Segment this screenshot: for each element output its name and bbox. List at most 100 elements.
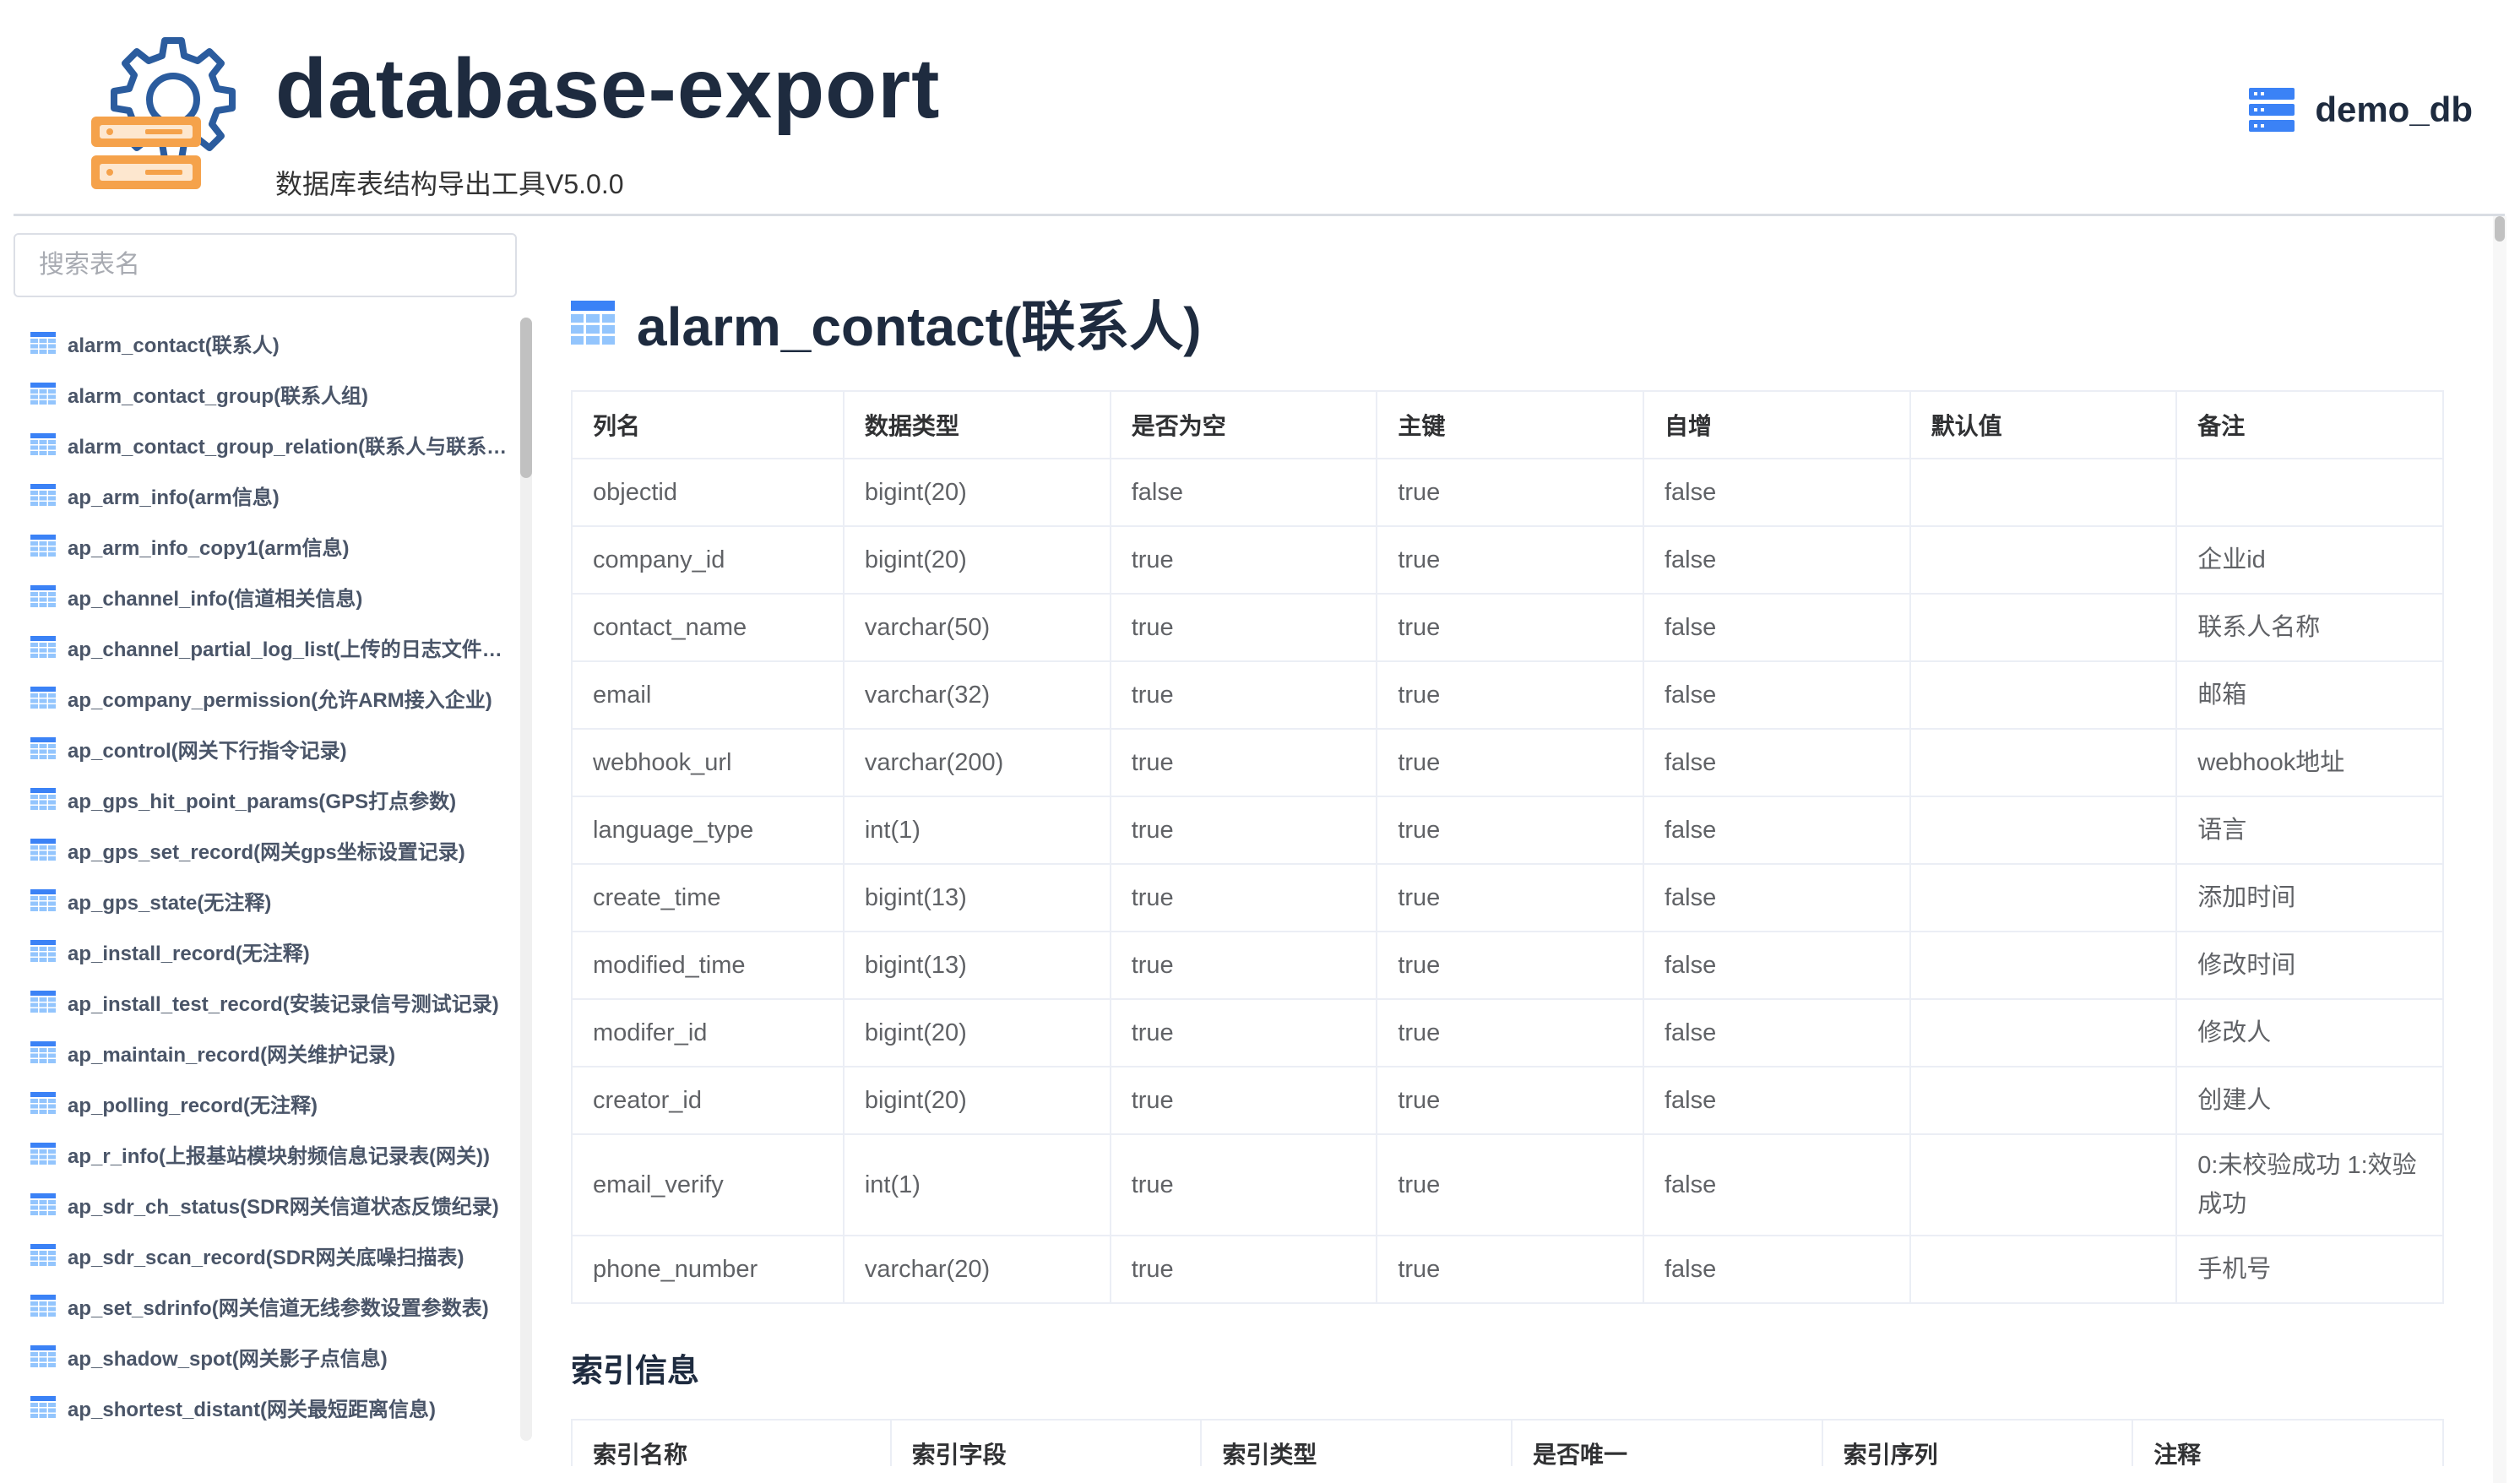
- table-cell: true: [1376, 1133, 1644, 1236]
- table-cell: true: [1376, 931, 1644, 1000]
- table-cell: webhook_url: [571, 728, 845, 797]
- sidebar-scrollbar-thumb[interactable]: [520, 318, 532, 478]
- indexes-table: 索引名称 索引字段 索引类型 是否唯一 索引序列 注释: [571, 1419, 2444, 1466]
- sidebar-table-item[interactable]: ap_shortest_distant(网关最短距离信息): [30, 1382, 520, 1432]
- table-icon: [30, 788, 56, 810]
- database-server-icon: [2249, 88, 2295, 132]
- table-icon: [30, 1143, 56, 1165]
- app-title: database-export: [275, 41, 941, 136]
- page-scrollbar[interactable]: [2493, 216, 2506, 1483]
- table-icon: [30, 889, 56, 911]
- main-content: alarm_contact(联系人) 列名 数据类型 是否为空 主键 自增 默认值 备注 o…: [571, 233, 2446, 1466]
- page-title: alarm_contact(联系人): [637, 296, 1202, 357]
- table-row: email_verify int(1) true true false 0:未校验成功 1…: [571, 1133, 2444, 1236]
- sidebar-table-item[interactable]: ap_signal_coverage_job(ZETAG信号测试表): [30, 1432, 520, 1441]
- sidebar-table-item[interactable]: ap_gps_hit_point_params(GPS打点参数): [30, 774, 520, 824]
- app-subtitle: 数据库表结构导出工具V5.0.0: [275, 169, 624, 199]
- sidebar-table-item[interactable]: ap_polling_record(无注释): [30, 1078, 520, 1128]
- table-cell: bigint(13): [842, 863, 1111, 932]
- table-cell: true: [1376, 998, 1644, 1067]
- sidebar-table-label: ap_set_sdrinfo(网关信道无线参数设置参数表): [68, 1296, 489, 1320]
- table-cell: email_verify: [571, 1133, 845, 1236]
- table-cell: true: [1109, 660, 1378, 730]
- table-cell: true: [1109, 1235, 1378, 1304]
- column-header: 自增: [1642, 390, 1911, 459]
- table-row: modifer_id bigint(20) true true false 修改人: [571, 998, 2444, 1067]
- table-cell: [1909, 660, 2178, 730]
- table-cell: phone_number: [571, 1235, 845, 1304]
- table-cell: webhook地址: [2175, 728, 2444, 797]
- table-row: phone_number varchar(20) true true false 手机号: [571, 1235, 2444, 1304]
- table-list: alarm_contact(联系人) alarm_contact_group(联系…: [30, 318, 520, 1441]
- table-cell: true: [1109, 863, 1378, 932]
- header-divider: [14, 214, 2505, 216]
- table-cell: varchar(32): [842, 660, 1111, 730]
- table-icon: [30, 839, 56, 861]
- table-cell: true: [1376, 1066, 1644, 1135]
- sidebar-table-item[interactable]: ap_sdr_scan_record(SDR网关底噪扫描表): [30, 1230, 520, 1280]
- table-cell: false: [1642, 593, 1911, 662]
- table-cell: true: [1109, 728, 1378, 797]
- table-icon: [30, 1345, 56, 1367]
- sidebar-table-item[interactable]: ap_arm_info_copy1(arm信息): [30, 520, 520, 571]
- column-header: 备注: [2175, 390, 2444, 459]
- column-header: 默认值: [1909, 390, 2178, 459]
- table-icon: [30, 991, 56, 1013]
- table-cell: 0:未校验成功 1:效验成功: [2175, 1133, 2444, 1236]
- sidebar-table-label: ap_gps_state(无注释): [68, 891, 272, 915]
- sidebar-table-item[interactable]: ap_control(网关下行指令记录): [30, 723, 520, 774]
- table-cell: true: [1376, 1235, 1644, 1304]
- column-header: 主键: [1376, 390, 1644, 459]
- table-cell: [1909, 796, 2178, 865]
- table-cell: true: [1376, 525, 1644, 595]
- table-row: language_type int(1) true true false 语言: [571, 796, 2444, 865]
- sidebar-table-item[interactable]: alarm_contact_group(联系人组): [30, 368, 520, 419]
- sidebar-table-label: ap_sdr_ch_status(SDR网关信道状态反馈纪录): [68, 1195, 499, 1219]
- table-cell: email: [571, 660, 845, 730]
- table-cell: bigint(20): [842, 525, 1111, 595]
- page-scrollbar-thumb[interactable]: [2495, 216, 2505, 242]
- sidebar-scrollbar[interactable]: [520, 318, 532, 1441]
- sidebar-table-item[interactable]: alarm_contact(联系人): [30, 318, 520, 368]
- sidebar-table-item[interactable]: ap_channel_info(信道相关信息): [30, 571, 520, 622]
- sidebar-table-item[interactable]: ap_set_sdrinfo(网关信道无线参数设置参数表): [30, 1280, 520, 1331]
- table-cell: 修改人: [2175, 998, 2444, 1067]
- table-icon: [30, 1396, 56, 1418]
- sidebar-table-item[interactable]: ap_install_record(无注释): [30, 926, 520, 976]
- table-cell: language_type: [571, 796, 845, 865]
- table-row: modified_time bigint(13) true true false 修改时间: [571, 931, 2444, 1000]
- table-cell: false: [1642, 863, 1911, 932]
- sidebar-table-label: ap_control(网关下行指令记录): [68, 739, 347, 763]
- sidebar-table-item[interactable]: ap_maintain_record(网关维护记录): [30, 1027, 520, 1078]
- table-cell: bigint(20): [842, 998, 1111, 1067]
- table-cell: false: [1642, 1235, 1911, 1304]
- sidebar-table-item[interactable]: ap_company_permission(允许ARM接入企业): [30, 672, 520, 723]
- table-icon: [30, 484, 56, 506]
- sidebar-table-item[interactable]: ap_shadow_spot(网关影子点信息): [30, 1331, 520, 1382]
- table-cell: 创建人: [2175, 1066, 2444, 1135]
- sidebar-table-item[interactable]: ap_r_info(上报基站模块射频信息记录表(网关)): [30, 1128, 520, 1179]
- sidebar-table-label: ap_arm_info(arm信息): [68, 486, 280, 509]
- sidebar-table-label: ap_gps_hit_point_params(GPS打点参数): [68, 790, 457, 813]
- sidebar-table-label: ap_shortest_distant(网关最短距离信息): [68, 1398, 437, 1421]
- sidebar-table-item[interactable]: alarm_contact_group_relation(联系人与联系人组关系): [30, 419, 520, 470]
- sidebar-table-item[interactable]: ap_arm_info(arm信息): [30, 470, 520, 520]
- index-column-header: 索引字段: [889, 1419, 1203, 1466]
- sidebar-table-item[interactable]: ap_install_test_record(安装记录信号测试记录): [30, 976, 520, 1027]
- table-search-input[interactable]: [14, 233, 517, 297]
- table-cell: true: [1109, 525, 1378, 595]
- table-cell: create_time: [571, 863, 845, 932]
- table-icon: [30, 585, 56, 607]
- table-cell: false: [1642, 458, 1911, 527]
- index-column-header: 注释: [2132, 1419, 2444, 1466]
- sidebar-table-item[interactable]: ap_gps_state(无注释): [30, 875, 520, 926]
- sidebar-table-label: ap_company_permission(允许ARM接入企业): [68, 688, 492, 712]
- table-cell: [1909, 458, 2178, 527]
- column-header: 列名: [571, 390, 845, 459]
- sidebar-table-item[interactable]: ap_gps_set_record(网关gps坐标设置记录): [30, 824, 520, 875]
- sidebar-table-item[interactable]: ap_channel_partial_log_list(上传的日志文件列表): [30, 622, 520, 672]
- app-header: database-export 数据库表结构导出工具V5.0.0 demo_db: [0, 0, 2520, 216]
- sidebar-table-item[interactable]: ap_sdr_ch_status(SDR网关信道状态反馈纪录): [30, 1179, 520, 1230]
- table-cell: 企业id: [2175, 525, 2444, 595]
- database-selector[interactable]: demo_db: [2249, 88, 2473, 132]
